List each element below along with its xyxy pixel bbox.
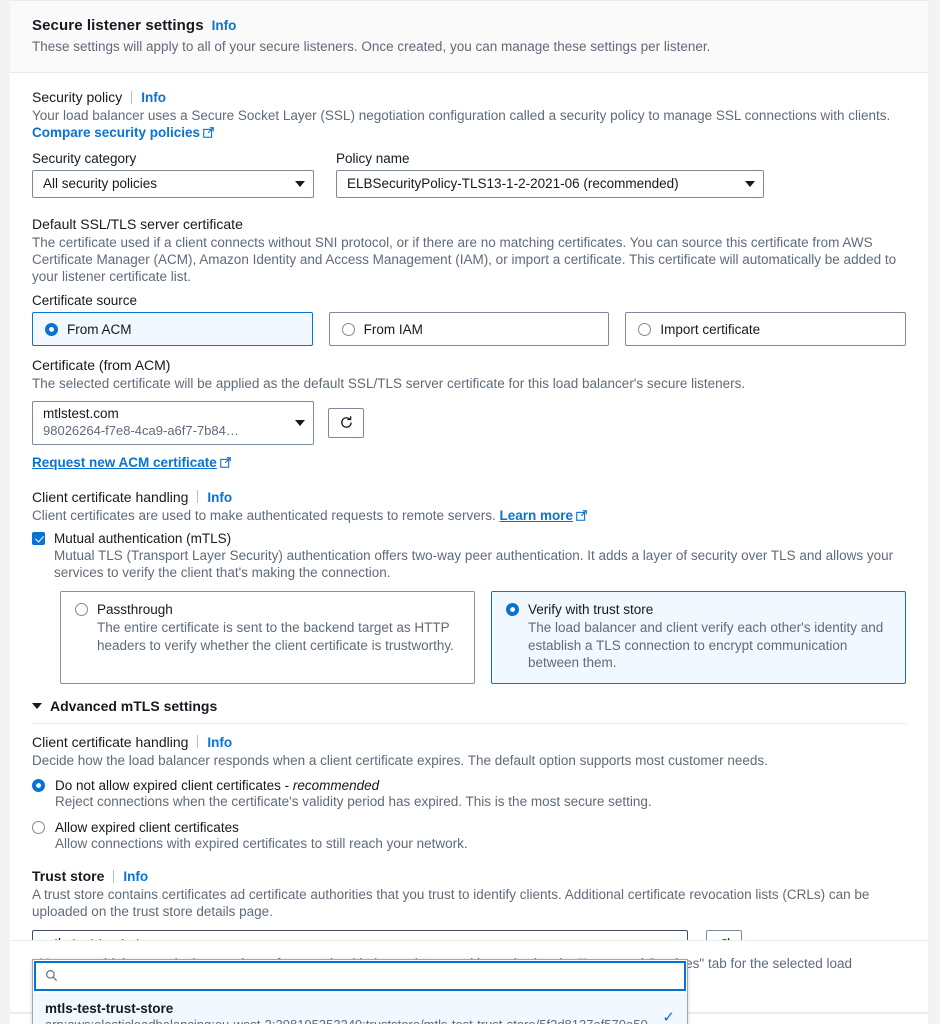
label-divider (131, 90, 133, 104)
certificate-source-from-acm[interactable]: From ACM (32, 312, 313, 347)
security-category-label: Security category (32, 150, 137, 166)
chevron-down-icon (32, 702, 42, 709)
certificate-select-name: mtlstest.com (43, 406, 119, 422)
chevron-down-icon (295, 180, 305, 187)
page-title: Secure listener settings (32, 17, 204, 34)
card-header: Secure listener settings Info These sett… (10, 1, 928, 73)
security-category-value: All security policies (43, 176, 158, 192)
certificate-source-label: Certificate source (32, 293, 138, 309)
mtls-description: Mutual TLS (Transport Layer Security) au… (54, 547, 894, 581)
radio-icon (32, 820, 45, 834)
secure-listener-settings-card: Secure listener settings Info These sett… (10, 0, 928, 1024)
advanced-client-cert-label: Client certificate handling (32, 733, 189, 750)
chevron-down-icon (295, 419, 305, 426)
certificate-from-acm-description: The selected certificate will be applied… (32, 376, 746, 392)
policy-name-label: Policy name (336, 150, 410, 166)
trust-store-option-arn: arn:aws:elasticloadbalancing:eu-west-2:2… (45, 1017, 652, 1024)
expired-cert-do-not-allow-description: Reject connections when the certificate'… (55, 794, 652, 810)
certificate-select[interactable]: mtlstest.com 98026264-f7e8-4ca9-a6f7-7b8… (32, 400, 314, 445)
certificate-source-from-iam[interactable]: From IAM (328, 312, 610, 347)
mtls-checkbox-row[interactable]: Mutual authentication (mTLS) (32, 531, 906, 546)
chevron-down-icon (745, 180, 755, 187)
certificate-source-from-acm-label: From ACM (67, 321, 132, 337)
expired-cert-option-allow[interactable]: Allow expired client certificates Allow … (32, 820, 906, 853)
certificate-select-id: 98026264-f7e8-4ca9-a6f7-7b84… (43, 422, 239, 438)
certificate-picker-row: mtlstest.com 98026264-f7e8-4ca9-a6f7-7b8… (32, 400, 906, 445)
certificate-source-import-label: Import certificate (660, 321, 761, 337)
expired-cert-do-not-allow-title: Do not allow expired client certificates… (55, 778, 380, 794)
certificate-source-import[interactable]: Import certificate (625, 312, 907, 347)
advanced-mtls-section: Advanced mTLS settings Client certificat… (10, 683, 928, 853)
trust-store-dropdown: mtls-test-trust-store arn:aws:elasticloa… (32, 958, 688, 1024)
label-divider (197, 735, 199, 749)
compare-security-policies-link[interactable]: Compare security policies (32, 125, 200, 140)
security-policy-description: Your load balancer uses a Secure Socket … (32, 107, 906, 142)
security-policy-section: Security policy Info Your load balancer … (10, 73, 928, 202)
mtls-mode-passthrough-description: The entire certificate is sent to the ba… (97, 620, 454, 653)
header-description: These settings will apply to all of your… (32, 39, 711, 54)
checkbox-icon (32, 531, 45, 545)
check-icon: ✓ (662, 1008, 675, 1024)
header-info-link[interactable]: Info (212, 18, 237, 33)
mtls-mode-verify-description: The load balancer and client verify each… (528, 620, 884, 670)
radio-icon (75, 603, 88, 617)
security-policy-info-link[interactable]: Info (141, 90, 166, 105)
trust-store-search-box[interactable] (34, 960, 686, 991)
radio-icon (341, 322, 355, 336)
security-category-select[interactable]: All security policies (32, 169, 314, 198)
external-link-icon (576, 509, 587, 521)
external-link-icon (203, 127, 214, 139)
learn-more-link[interactable]: Learn more (500, 508, 574, 523)
expired-cert-option-do-not-allow[interactable]: Do not allow expired client certificates… (32, 778, 906, 811)
mtls-mode-passthrough-title: Passthrough (97, 602, 173, 618)
security-policy-label: Security policy (32, 89, 123, 105)
certificate-from-acm-label: Certificate (from ACM) (32, 357, 171, 374)
label-divider (113, 869, 115, 883)
trust-store-description: A trust store contains certificates ad c… (32, 887, 870, 920)
advanced-mtls-expander-label: Advanced mTLS settings (50, 697, 218, 714)
policy-name-field: Policy name ELBSecurityPolicy-TLS13-1-2-… (336, 151, 764, 198)
radio-icon (45, 322, 58, 336)
trust-store-option[interactable]: mtls-test-trust-store arn:aws:elasticloa… (33, 991, 687, 1024)
divider (32, 722, 906, 724)
radio-icon (638, 322, 652, 336)
client-certificate-handling-section: Client certificate handling Info Client … (10, 475, 928, 684)
radio-icon (32, 779, 45, 793)
default-certificate-label: Default SSL/TLS server certificate (32, 215, 243, 232)
mtls-checkbox-label: Mutual authentication (mTLS) (54, 530, 232, 546)
external-link-icon (219, 456, 231, 468)
certificate-refresh-button[interactable] (328, 407, 364, 438)
security-policy-description-text: Your load balancer uses a Secure Socket … (32, 108, 891, 123)
client-certificate-handling-info-link[interactable]: Info (207, 490, 232, 505)
security-category-field: Security category All security policies (32, 151, 314, 198)
advanced-client-cert-info-link[interactable]: Info (207, 735, 232, 750)
search-icon (46, 970, 58, 982)
refresh-icon (340, 416, 352, 428)
certificate-source-tiles: From ACM From IAM Import certificate (32, 312, 907, 347)
mtls-mode-passthrough[interactable]: Passthrough The entire certificate is se… (60, 591, 475, 684)
default-certificate-section: Default SSL/TLS server certificate The c… (10, 201, 928, 476)
client-certificate-handling-description: Client certificates are used to make aut… (32, 507, 906, 524)
expired-cert-allow-title: Allow expired client certificates (55, 819, 239, 835)
secure-listener-settings-page: Secure listener settings Info These sett… (0, 0, 940, 1024)
trust-store-search-input[interactable] (65, 967, 675, 985)
radio-icon (506, 603, 519, 617)
mtls-mode-verify-with-trust-store[interactable]: Verify with trust store The load balance… (491, 591, 906, 684)
certificate-source-from-iam-label: From IAM (363, 321, 423, 337)
default-certificate-description: The certificate used if a client connect… (32, 234, 897, 285)
advanced-client-cert-description: Decide how the load balancer responds wh… (32, 752, 768, 768)
request-new-acm-certificate-link[interactable]: Request new ACM certificate (32, 455, 217, 470)
client-certificate-handling-label: Client certificate handling (32, 488, 189, 505)
client-certificate-handling-description-text: Client certificates are used to make aut… (32, 507, 496, 523)
policy-name-select[interactable]: ELBSecurityPolicy-TLS13-1-2-2021-06 (rec… (336, 169, 764, 198)
expired-cert-allow-description: Allow connections with expired certifica… (55, 835, 468, 851)
policy-name-value: ELBSecurityPolicy-TLS13-1-2-2021-06 (rec… (347, 176, 679, 192)
trust-store-info-link[interactable]: Info (123, 869, 148, 884)
trust-store-option-title: mtls-test-trust-store (45, 1000, 174, 1016)
mtls-mode-verify-title: Verify with trust store (528, 602, 654, 618)
advanced-mtls-expander[interactable]: Advanced mTLS settings (32, 698, 906, 714)
trust-store-label: Trust store (32, 868, 105, 885)
mtls-mode-tiles: Passthrough The entire certificate is se… (32, 591, 906, 684)
label-divider (197, 490, 199, 504)
